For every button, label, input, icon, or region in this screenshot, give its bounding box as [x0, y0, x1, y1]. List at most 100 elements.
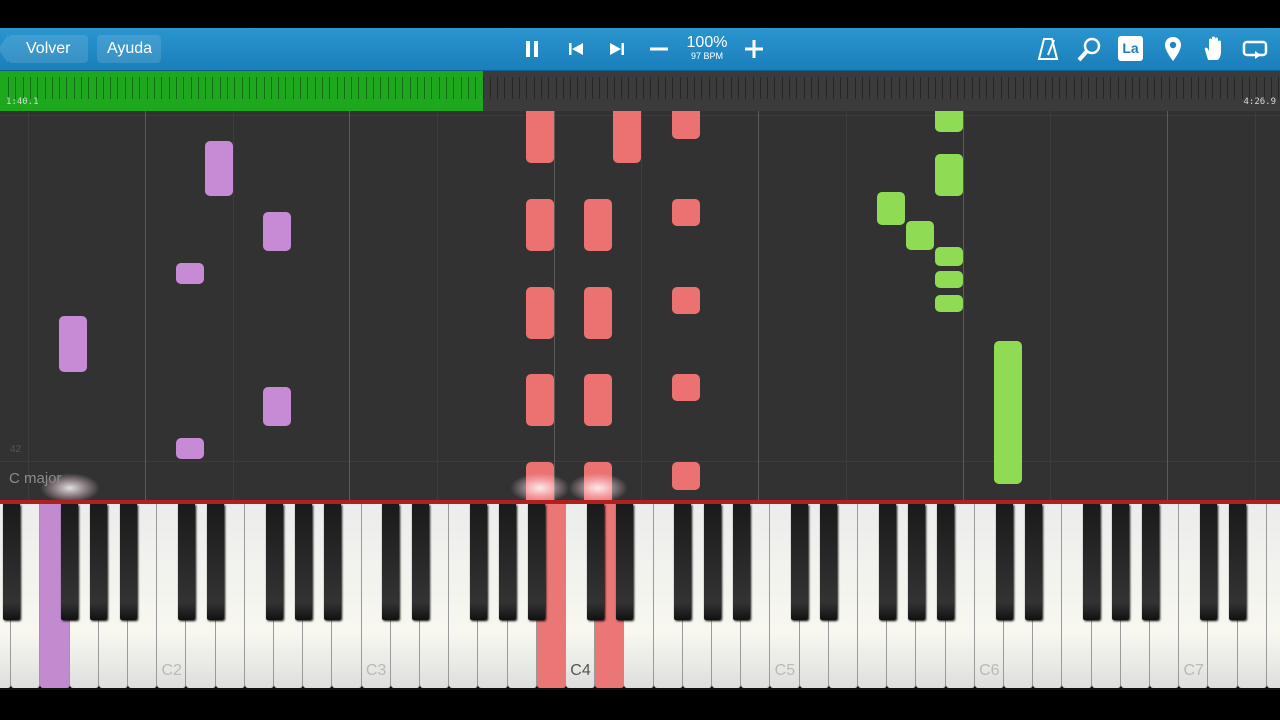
black-key[interactable] — [1112, 504, 1130, 620]
white-key[interactable] — [1266, 504, 1280, 688]
plus-icon[interactable] — [740, 28, 768, 73]
progress-tick — [307, 77, 308, 99]
progress-tick — [264, 77, 265, 99]
progress-tick — [1118, 77, 1119, 99]
black-key[interactable] — [411, 504, 429, 620]
progress-tick — [680, 77, 681, 99]
progress-tick — [986, 77, 987, 99]
note-melody — [994, 341, 1022, 484]
progress-tick — [753, 77, 754, 99]
octave-line — [349, 111, 350, 500]
progress-tick — [1103, 77, 1104, 99]
black-key[interactable] — [615, 504, 633, 620]
progress-tick — [1088, 77, 1089, 99]
progress-tick — [191, 77, 192, 99]
progress-tick — [410, 77, 411, 99]
note-right-hand — [526, 287, 554, 339]
black-key[interactable] — [1083, 504, 1101, 620]
black-key[interactable] — [323, 504, 341, 620]
black-key[interactable] — [1199, 504, 1217, 620]
progress-tick — [497, 77, 498, 99]
black-key[interactable] — [2, 504, 20, 620]
progress-tick — [548, 77, 549, 99]
progress-tick — [227, 77, 228, 99]
black-key[interactable] — [1141, 504, 1159, 620]
progress-tick — [1015, 77, 1016, 99]
note-left-hand — [205, 141, 233, 196]
progress-tick — [1074, 77, 1075, 99]
note-melody — [935, 154, 963, 196]
black-key[interactable] — [1024, 504, 1042, 620]
black-key[interactable] — [61, 504, 79, 620]
note-melody — [935, 111, 963, 132]
progress-tick — [942, 77, 943, 99]
black-key[interactable] — [469, 504, 487, 620]
black-key[interactable] — [119, 504, 137, 620]
progress-tick — [957, 77, 958, 99]
progress-tick — [774, 77, 775, 99]
black-key[interactable] — [382, 504, 400, 620]
progress-tick — [278, 77, 279, 99]
black-key[interactable] — [937, 504, 955, 620]
progress-tick — [964, 77, 965, 99]
next-icon[interactable] — [603, 28, 631, 71]
metronome-icon[interactable] — [1034, 28, 1062, 75]
progress-tick — [1096, 77, 1097, 99]
black-key[interactable] — [177, 504, 195, 620]
black-key[interactable] — [907, 504, 925, 620]
pause-icon[interactable] — [518, 28, 546, 72]
black-key[interactable] — [674, 504, 692, 620]
octave-line — [145, 111, 146, 500]
black-key[interactable] — [207, 504, 225, 620]
piano-keyboard[interactable]: C2 C3 C4 C5 C6 C7 — [0, 504, 1280, 690]
progress-tick — [636, 77, 637, 99]
note-right-hand — [672, 111, 700, 139]
progress-tick — [920, 77, 921, 99]
black-key[interactable] — [1229, 504, 1247, 620]
progress-tick — [358, 77, 359, 99]
note-right-hand — [672, 462, 700, 490]
progress-tick — [628, 77, 629, 99]
magnifier-icon[interactable] — [1075, 28, 1105, 76]
loop-icon[interactable] — [1240, 28, 1270, 74]
black-key[interactable] — [732, 504, 750, 620]
progress-tick — [1023, 77, 1024, 99]
location-pin-icon[interactable] — [1160, 28, 1186, 76]
progress-tick — [293, 77, 294, 99]
key-signature-icon[interactable]: La — [1118, 28, 1145, 61]
black-key[interactable] — [294, 504, 312, 620]
back-button[interactable]: Volver — [0, 35, 88, 63]
black-key[interactable] — [586, 504, 604, 620]
minus-icon[interactable] — [645, 28, 673, 73]
black-key[interactable] — [995, 504, 1013, 620]
black-key[interactable] — [878, 504, 896, 620]
black-key[interactable] — [703, 504, 721, 620]
progress-tick — [884, 77, 885, 99]
black-key[interactable] — [265, 504, 283, 620]
help-button[interactable]: Ayuda — [97, 35, 161, 63]
progress-tick — [424, 77, 425, 99]
black-key[interactable] — [791, 504, 809, 620]
progress-tick — [577, 77, 578, 99]
black-key[interactable] — [820, 504, 838, 620]
progress-tick — [468, 77, 469, 99]
previous-icon[interactable] — [562, 28, 590, 71]
progress-tick — [1052, 77, 1053, 99]
note-left-hand — [176, 263, 204, 284]
black-key[interactable] — [499, 504, 517, 620]
note-right-hand — [613, 111, 641, 163]
hand-icon[interactable] — [1200, 28, 1228, 76]
progress-tick — [74, 77, 75, 99]
progress-tick — [665, 77, 666, 99]
note-left-hand — [59, 316, 87, 372]
progress-tick — [30, 77, 31, 99]
progress-tick — [840, 77, 841, 99]
black-key[interactable] — [90, 504, 108, 620]
progress-tick — [417, 77, 418, 99]
progress-tick — [431, 77, 432, 99]
progress-tick — [1081, 77, 1082, 99]
progress-tick — [366, 77, 367, 99]
song-progress-bar[interactable]: 1:40.1 4:26.9 — [0, 71, 1280, 111]
black-key[interactable] — [528, 504, 546, 620]
progress-tick — [351, 77, 352, 99]
